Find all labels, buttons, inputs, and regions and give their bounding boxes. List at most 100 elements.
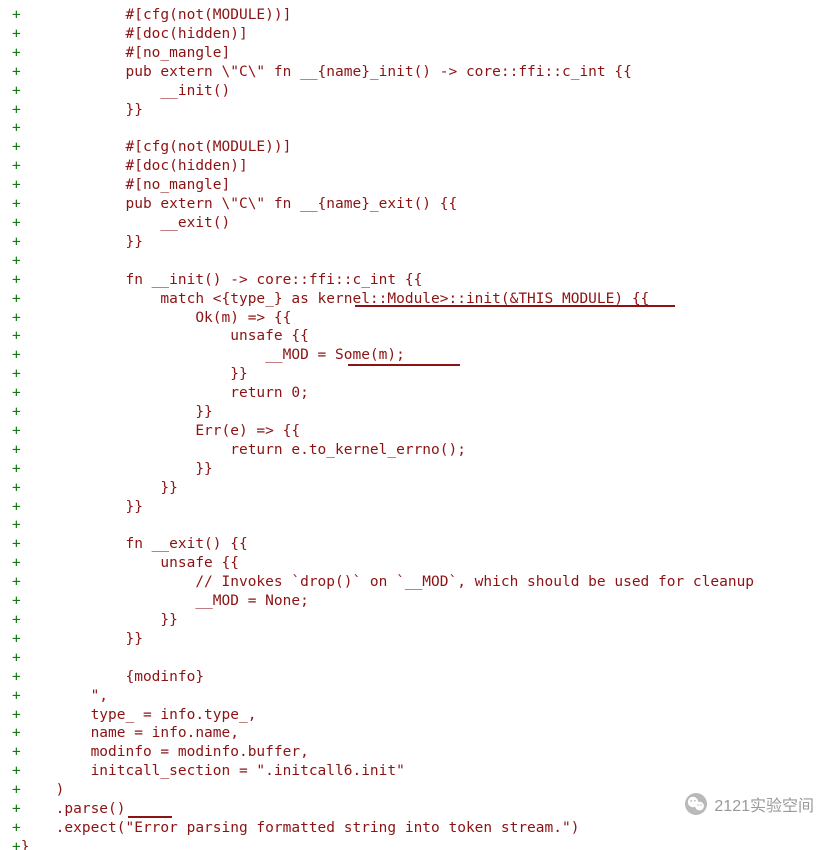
diff-plus-marker: + [12, 347, 21, 363]
code-line: + // Invokes `drop()` on `__MOD`, which … [12, 573, 814, 592]
code-line: + }} [12, 460, 814, 479]
code-line: + pub extern \"C\" fn __{name}_init() ->… [12, 63, 814, 82]
code-line: + #[doc(hidden)] [12, 25, 814, 44]
code-line: + unsafe {{ [12, 554, 814, 573]
diff-plus-marker: + [12, 215, 21, 231]
diff-plus-marker: + [12, 26, 21, 42]
code-line: + ", [12, 687, 814, 706]
code-line: + modinfo = modinfo.buffer, [12, 743, 814, 762]
code-line: + }} [12, 365, 814, 384]
code-text: unsafe {{ [21, 328, 309, 344]
code-text: initcall_section = ".initcall6.init" [21, 763, 405, 779]
diff-plus-marker: + [12, 385, 21, 401]
code-line: + pub extern \"C\" fn __{name}_exit() {{ [12, 195, 814, 214]
code-text: }} [21, 102, 143, 118]
code-text: .parse() [21, 801, 126, 817]
diff-plus-marker: + [12, 499, 21, 515]
diff-plus-marker: + [12, 177, 21, 193]
diff-plus-marker: + [12, 688, 21, 704]
code-text: fn __exit() {{ [21, 536, 248, 552]
code-text: pub extern \"C\" fn __{name}_init() -> c… [21, 64, 632, 80]
code-line: + }} [12, 101, 814, 120]
diff-plus-marker: + [12, 536, 21, 552]
code-text: return e.to_kernel_errno(); [21, 442, 466, 458]
diff-plus-marker: + [12, 102, 21, 118]
code-text: }} [21, 461, 213, 477]
code-text: __init() [21, 83, 231, 99]
code-text: #[no_mangle] [21, 45, 231, 61]
diff-plus-marker: + [12, 366, 21, 382]
code-text: Err(e) => {{ [21, 423, 300, 439]
code-line: + #[doc(hidden)] [12, 157, 814, 176]
code-text: Ok(m) => {{ [21, 310, 292, 326]
diff-plus-marker: + [12, 7, 21, 23]
diff-plus-marker: + [12, 839, 21, 850]
code-text: #[cfg(not(MODULE))] [21, 7, 292, 23]
diff-plus-marker: + [12, 196, 21, 212]
code-line: + unsafe {{ [12, 327, 814, 346]
diff-plus-marker: + [12, 404, 21, 420]
diff-plus-marker: + [12, 820, 21, 836]
code-line: + name = info.name, [12, 724, 814, 743]
code-line: + }} [12, 630, 814, 649]
code-line: + #[cfg(not(MODULE))] [12, 6, 814, 25]
diff-plus-marker: + [12, 442, 21, 458]
code-text: ) [21, 782, 65, 798]
diff-plus-marker: + [12, 612, 21, 628]
code-text: }} [21, 612, 178, 628]
code-text: __MOD = None; [21, 593, 309, 609]
diff-plus-marker: + [12, 423, 21, 439]
code-line: + [12, 516, 814, 535]
code-line: + fn __exit() {{ [12, 535, 814, 554]
diff-plus-marker: + [12, 461, 21, 477]
code-text: name = info.name, [21, 725, 239, 741]
code-text: #[no_mangle] [21, 177, 231, 193]
code-line: + type_ = info.type_, [12, 706, 814, 725]
code-line: + __init() [12, 82, 814, 101]
diff-plus-marker: + [12, 291, 21, 307]
code-text: modinfo = modinfo.buffer, [21, 744, 309, 760]
code-line: + #[cfg(not(MODULE))] [12, 138, 814, 157]
code-line: + __MOD = None; [12, 592, 814, 611]
diff-plus-marker: + [12, 763, 21, 779]
diff-plus-marker: + [12, 328, 21, 344]
code-text: // Invokes `drop()` on `__MOD`, which sh… [21, 574, 754, 590]
code-line: + .expect("Error parsing formatted strin… [12, 819, 814, 838]
watermark: 2121实验空间 [684, 792, 814, 816]
code-text: type_ = info.type_, [21, 707, 257, 723]
code-line: + [12, 119, 814, 138]
code-line: + fn __init() -> core::ffi::c_int {{ [12, 271, 814, 290]
code-line: + #[no_mangle] [12, 44, 814, 63]
diff-code-block: + #[cfg(not(MODULE))]+ #[doc(hidden)]+ #… [0, 0, 826, 850]
code-text: #[doc(hidden)] [21, 26, 248, 42]
diff-plus-marker: + [12, 310, 21, 326]
code-text: #[doc(hidden)] [21, 158, 248, 174]
diff-plus-marker: + [12, 64, 21, 80]
watermark-text: 2121实验空间 [714, 792, 814, 816]
diff-plus-marker: + [12, 272, 21, 288]
diff-plus-marker: + [12, 158, 21, 174]
code-text: }} [21, 499, 143, 515]
diff-plus-marker: + [12, 480, 21, 496]
diff-plus-marker: + [12, 253, 21, 269]
code-text: } [21, 839, 30, 850]
code-text: unsafe {{ [21, 555, 239, 571]
code-line: + #[no_mangle] [12, 176, 814, 195]
code-line: + __exit() [12, 214, 814, 233]
code-text: #[cfg(not(MODULE))] [21, 139, 292, 155]
emphasis-underline [128, 816, 172, 818]
code-line: + [12, 252, 814, 271]
code-line: + {modinfo} [12, 668, 814, 687]
code-text: __exit() [21, 215, 231, 231]
code-text: }} [21, 234, 143, 250]
code-line: + initcall_section = ".initcall6.init" [12, 762, 814, 781]
diff-plus-marker: + [12, 782, 21, 798]
code-line: + return 0; [12, 384, 814, 403]
diff-plus-marker: + [12, 707, 21, 723]
code-line: + }} [12, 611, 814, 630]
diff-plus-marker: + [12, 744, 21, 760]
diff-plus-marker: + [12, 517, 21, 533]
diff-plus-marker: + [12, 593, 21, 609]
diff-plus-marker: + [12, 555, 21, 571]
code-text: fn __init() -> core::ffi::c_int {{ [21, 272, 423, 288]
